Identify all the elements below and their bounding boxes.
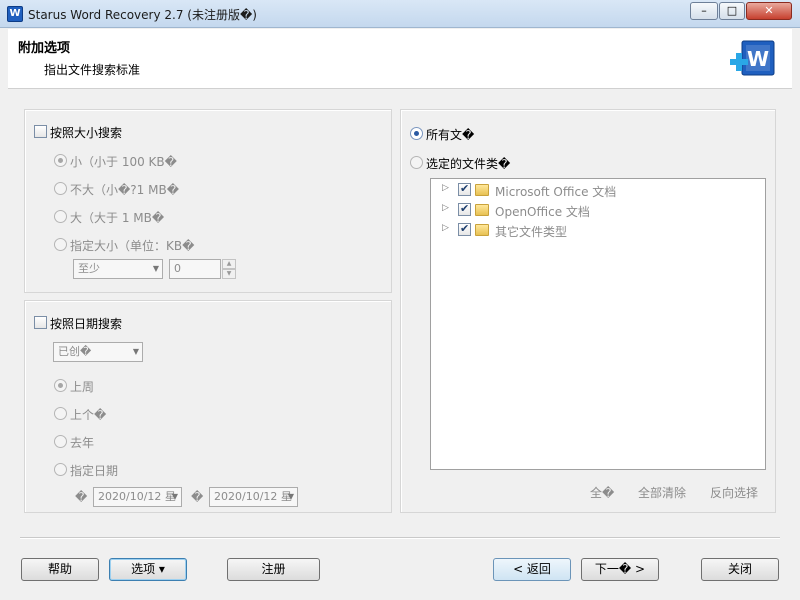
- tree-item-openoffice[interactable]: OpenOffice 文档: [495, 203, 590, 220]
- chevron-down-icon: ▼: [132, 347, 139, 356]
- folder-icon: [475, 184, 489, 196]
- date-from-value: 2020/10/12 星: [98, 490, 176, 503]
- expand-icon[interactable]: ▷: [442, 203, 449, 213]
- size-custom-label: 指定大小（单位：KB�: [70, 239, 195, 253]
- size-large-label: 大（大于 1 MB�: [70, 211, 165, 225]
- word-logo-icon: W: [730, 40, 775, 76]
- tree-checkbox-openoffice[interactable]: [458, 202, 471, 216]
- all-files-label: 所有文�: [426, 128, 475, 142]
- chevron-down-icon: ▼: [171, 492, 178, 501]
- back-button[interactable]: < 返回: [493, 558, 571, 581]
- date-type-value: 已创�: [58, 345, 92, 358]
- date-last-month-label: 上个�: [70, 408, 107, 422]
- size-search-label: 按照大小搜索: [50, 126, 123, 140]
- folder-icon: [475, 204, 489, 216]
- size-search-checkbox[interactable]: [34, 125, 47, 138]
- tree-item-ms-office[interactable]: Microsoft Office 文档: [495, 183, 616, 200]
- size-medium-radio[interactable]: [54, 182, 67, 195]
- selected-types-radio[interactable]: [410, 156, 423, 169]
- close-button[interactable]: 关闭: [701, 558, 779, 581]
- chevron-down-icon: ▼: [152, 264, 159, 273]
- date-last-week-radio[interactable]: [54, 379, 67, 392]
- date-to-picker[interactable]: 2020/10/12 星 ▼: [209, 487, 298, 507]
- next-button[interactable]: 下一� >: [581, 558, 659, 581]
- date-to-value: 2020/10/12 星: [214, 490, 292, 503]
- page-title: 附加选项: [18, 41, 71, 56]
- minimize-button[interactable]: –: [690, 2, 718, 20]
- spin-down-icon[interactable]: ▼: [222, 269, 236, 279]
- window-title: Starus Word Recovery 2.7 (未注册版�): [28, 8, 257, 22]
- options-button[interactable]: 选项 ▾: [109, 558, 187, 581]
- spin-up-icon[interactable]: ▲: [222, 259, 236, 269]
- size-amount-input[interactable]: 0: [169, 259, 221, 279]
- page-subtitle: 指出文件搜索标准: [44, 63, 141, 77]
- date-type-select[interactable]: 已创� ▼: [53, 342, 143, 362]
- wizard-header: 附加选项 指出文件搜索标准 W: [8, 29, 792, 89]
- file-type-tree[interactable]: [430, 178, 766, 470]
- date-from-picker[interactable]: 2020/10/12 星 ▼: [93, 487, 182, 507]
- tree-item-other[interactable]: 其它文件类型: [495, 223, 567, 240]
- size-comparator-value: 至少: [78, 262, 100, 275]
- date-search-checkbox[interactable]: [34, 316, 47, 329]
- app-word-icon: W: [7, 6, 23, 22]
- date-last-month-radio[interactable]: [54, 407, 67, 420]
- date-last-year-label: 去年: [70, 436, 95, 450]
- date-to-label: �: [191, 490, 204, 504]
- tree-checkbox-ms-office[interactable]: [458, 182, 471, 196]
- expand-icon[interactable]: ▷: [442, 183, 449, 193]
- selected-types-label: 选定的文件类�: [426, 157, 511, 171]
- invert-selection-link[interactable]: 反向选择: [710, 484, 758, 501]
- footer-separator: [20, 537, 780, 539]
- maximize-button[interactable]: □: [719, 2, 745, 20]
- size-large-radio[interactable]: [54, 210, 67, 223]
- expand-icon[interactable]: ▷: [442, 223, 449, 233]
- close-window-button[interactable]: ✕: [746, 2, 792, 20]
- folder-icon: [475, 224, 489, 236]
- word-logo-letter: W: [747, 47, 769, 71]
- size-small-label: 小（小于 100 KB�: [70, 155, 177, 169]
- help-button[interactable]: 帮助: [21, 558, 99, 581]
- date-custom-radio[interactable]: [54, 463, 67, 476]
- date-search-label: 按照日期搜索: [50, 317, 123, 331]
- select-all-link[interactable]: 全�: [590, 484, 614, 501]
- size-medium-label: 不大（小�?1 MB�: [70, 183, 180, 197]
- date-last-year-radio[interactable]: [54, 435, 67, 448]
- chevron-down-icon: ▼: [287, 492, 294, 501]
- size-custom-radio[interactable]: [54, 238, 67, 251]
- date-last-week-label: 上周: [70, 380, 95, 394]
- register-button[interactable]: 注册: [227, 558, 320, 581]
- all-files-radio[interactable]: [410, 127, 423, 140]
- title-bar: W Starus Word Recovery 2.7 (未注册版�) – □ ✕: [0, 0, 800, 28]
- size-small-radio[interactable]: [54, 154, 67, 167]
- tree-checkbox-other[interactable]: [458, 222, 471, 236]
- size-comparator-select[interactable]: 至少 ▼: [73, 259, 163, 279]
- clear-all-link[interactable]: 全部清除: [638, 484, 686, 501]
- date-from-label: �: [75, 490, 88, 504]
- date-custom-label: 指定日期: [70, 464, 119, 478]
